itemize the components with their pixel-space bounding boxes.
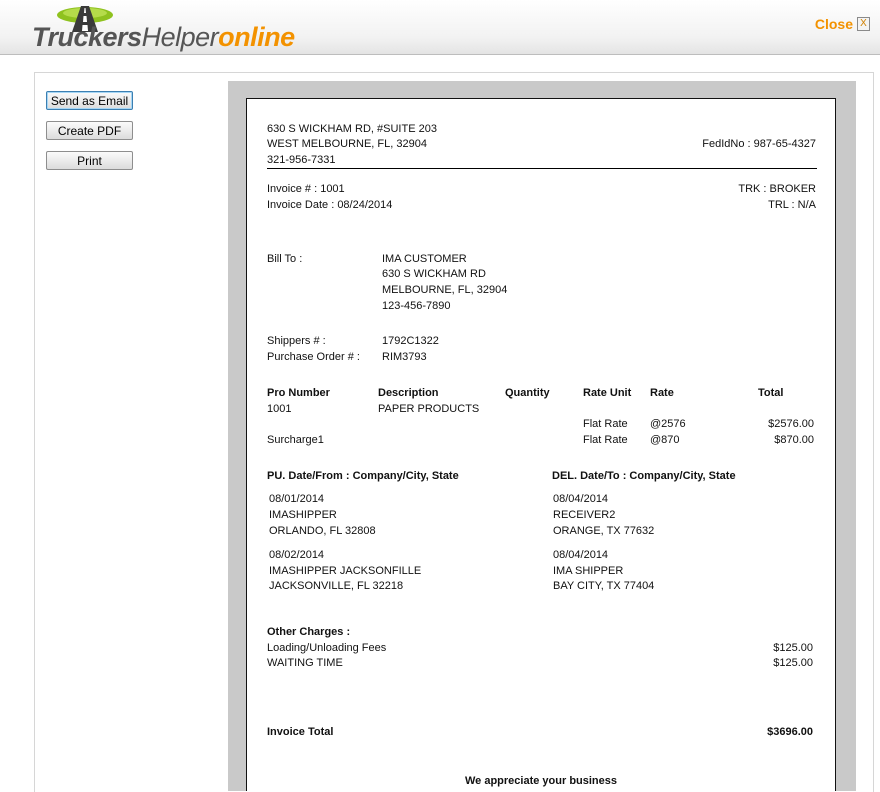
invoice-number: Invoice # : 1001 bbox=[267, 183, 345, 195]
bill-to-address1: 630 S WICKHAM RD bbox=[382, 268, 486, 280]
logo-text-online: online bbox=[218, 22, 295, 52]
invoice-document: 630 S WICKHAM RD, #SUITE 203 WEST MELBOU… bbox=[246, 98, 836, 791]
other-charge1-name: Loading/Unloading Fees bbox=[267, 642, 387, 654]
company-address-line2: WEST MELBOURNE, FL, 32904 bbox=[267, 138, 427, 150]
bill-to-name: IMA CUSTOMER bbox=[382, 253, 467, 265]
col-header-rate-unit: Rate Unit bbox=[583, 387, 632, 399]
col-header-rate: Rate bbox=[650, 387, 674, 399]
fed-id: FedIdNo : 987-65-4327 bbox=[702, 138, 816, 150]
pickup1-date: 08/01/2014 bbox=[269, 493, 325, 505]
delivery1-city: ORANGE, TX 77632 bbox=[553, 525, 655, 537]
pickup2-company: IMASHIPPER JACKSONFILLE bbox=[269, 565, 422, 577]
col-header-description: Description bbox=[378, 387, 439, 399]
logo-text-helper: Helper bbox=[141, 22, 219, 52]
trk-value: TRK : BROKER bbox=[738, 183, 816, 195]
other-charge2-amount: $125.00 bbox=[773, 657, 813, 669]
close-icon[interactable]: X bbox=[857, 17, 870, 31]
trl-value: TRL : N/A bbox=[768, 199, 816, 211]
bill-to-phone: 123-456-7890 bbox=[382, 300, 451, 312]
create-pdf-button[interactable]: Create PDF bbox=[46, 121, 133, 140]
header-divider bbox=[267, 168, 817, 169]
invoice-date: Invoice Date : 08/24/2014 bbox=[267, 199, 393, 211]
row1-description: PAPER PRODUCTS bbox=[378, 403, 480, 415]
delivery-header: DEL. Date/To : Company/City, State bbox=[552, 470, 736, 482]
delivery2-city: BAY CITY, TX 77404 bbox=[553, 580, 655, 592]
row2-pro-number: Surcharge1 bbox=[267, 434, 324, 446]
send-as-email-button[interactable]: Send as Email bbox=[46, 91, 133, 110]
pickup2-date: 08/02/2014 bbox=[269, 549, 325, 561]
pickup2-city: JACKSONVILLE, FL 32218 bbox=[269, 580, 404, 592]
close-button[interactable]: Close X bbox=[815, 16, 870, 32]
row1-total: $2576.00 bbox=[768, 418, 814, 430]
company-phone: 321-956-7331 bbox=[267, 154, 336, 166]
invoice-total-value: $3696.00 bbox=[767, 726, 813, 738]
company-address-line1: 630 S WICKHAM RD, #SUITE 203 bbox=[267, 123, 437, 135]
other-charge1-amount: $125.00 bbox=[773, 642, 813, 654]
delivery1-company: RECEIVER2 bbox=[553, 509, 616, 521]
shippers-value: 1792C1322 bbox=[382, 335, 439, 347]
delivery2-date: 08/04/2014 bbox=[553, 549, 609, 561]
pickup1-company: IMASHIPPER bbox=[269, 509, 337, 521]
col-header-pro-number: Pro Number bbox=[267, 387, 330, 399]
other-charge2-name: WAITING TIME bbox=[267, 657, 343, 669]
logo-text-truckers: Truckers bbox=[32, 22, 142, 52]
pickup1-city: ORLANDO, FL 32808 bbox=[269, 525, 376, 537]
shippers-label: Shippers # : bbox=[267, 335, 326, 347]
purchase-order-label: Purchase Order # : bbox=[267, 351, 360, 363]
footer-message: We appreciate your business bbox=[464, 775, 618, 787]
truckershelper-logo: TruckersHelperonline bbox=[32, 6, 295, 52]
bill-to-label: Bill To : bbox=[267, 253, 303, 265]
row1-rate-unit: Flat Rate bbox=[583, 418, 628, 430]
delivery1-date: 08/04/2014 bbox=[553, 493, 609, 505]
row2-rate-unit: Flat Rate bbox=[583, 434, 628, 446]
row1-pro-number: 1001 bbox=[267, 403, 292, 415]
row2-rate: @870 bbox=[650, 434, 680, 446]
invoice-total-label: Invoice Total bbox=[267, 726, 334, 738]
col-header-quantity: Quantity bbox=[505, 387, 550, 399]
pickup-header: PU. Date/From : Company/City, State bbox=[267, 470, 459, 482]
purchase-order-value: RIM3793 bbox=[382, 351, 427, 363]
other-charges-label: Other Charges : bbox=[267, 626, 351, 638]
print-button[interactable]: Print bbox=[46, 151, 133, 170]
col-header-total: Total bbox=[758, 387, 784, 399]
close-label[interactable]: Close bbox=[815, 16, 853, 32]
row2-total: $870.00 bbox=[774, 434, 814, 446]
bill-to-address2: MELBOURNE, FL, 32904 bbox=[382, 284, 508, 296]
app-header: TruckersHelperonline Close X bbox=[0, 0, 880, 55]
delivery2-company: IMA SHIPPER bbox=[553, 565, 624, 577]
row1-rate: @2576 bbox=[650, 418, 686, 430]
